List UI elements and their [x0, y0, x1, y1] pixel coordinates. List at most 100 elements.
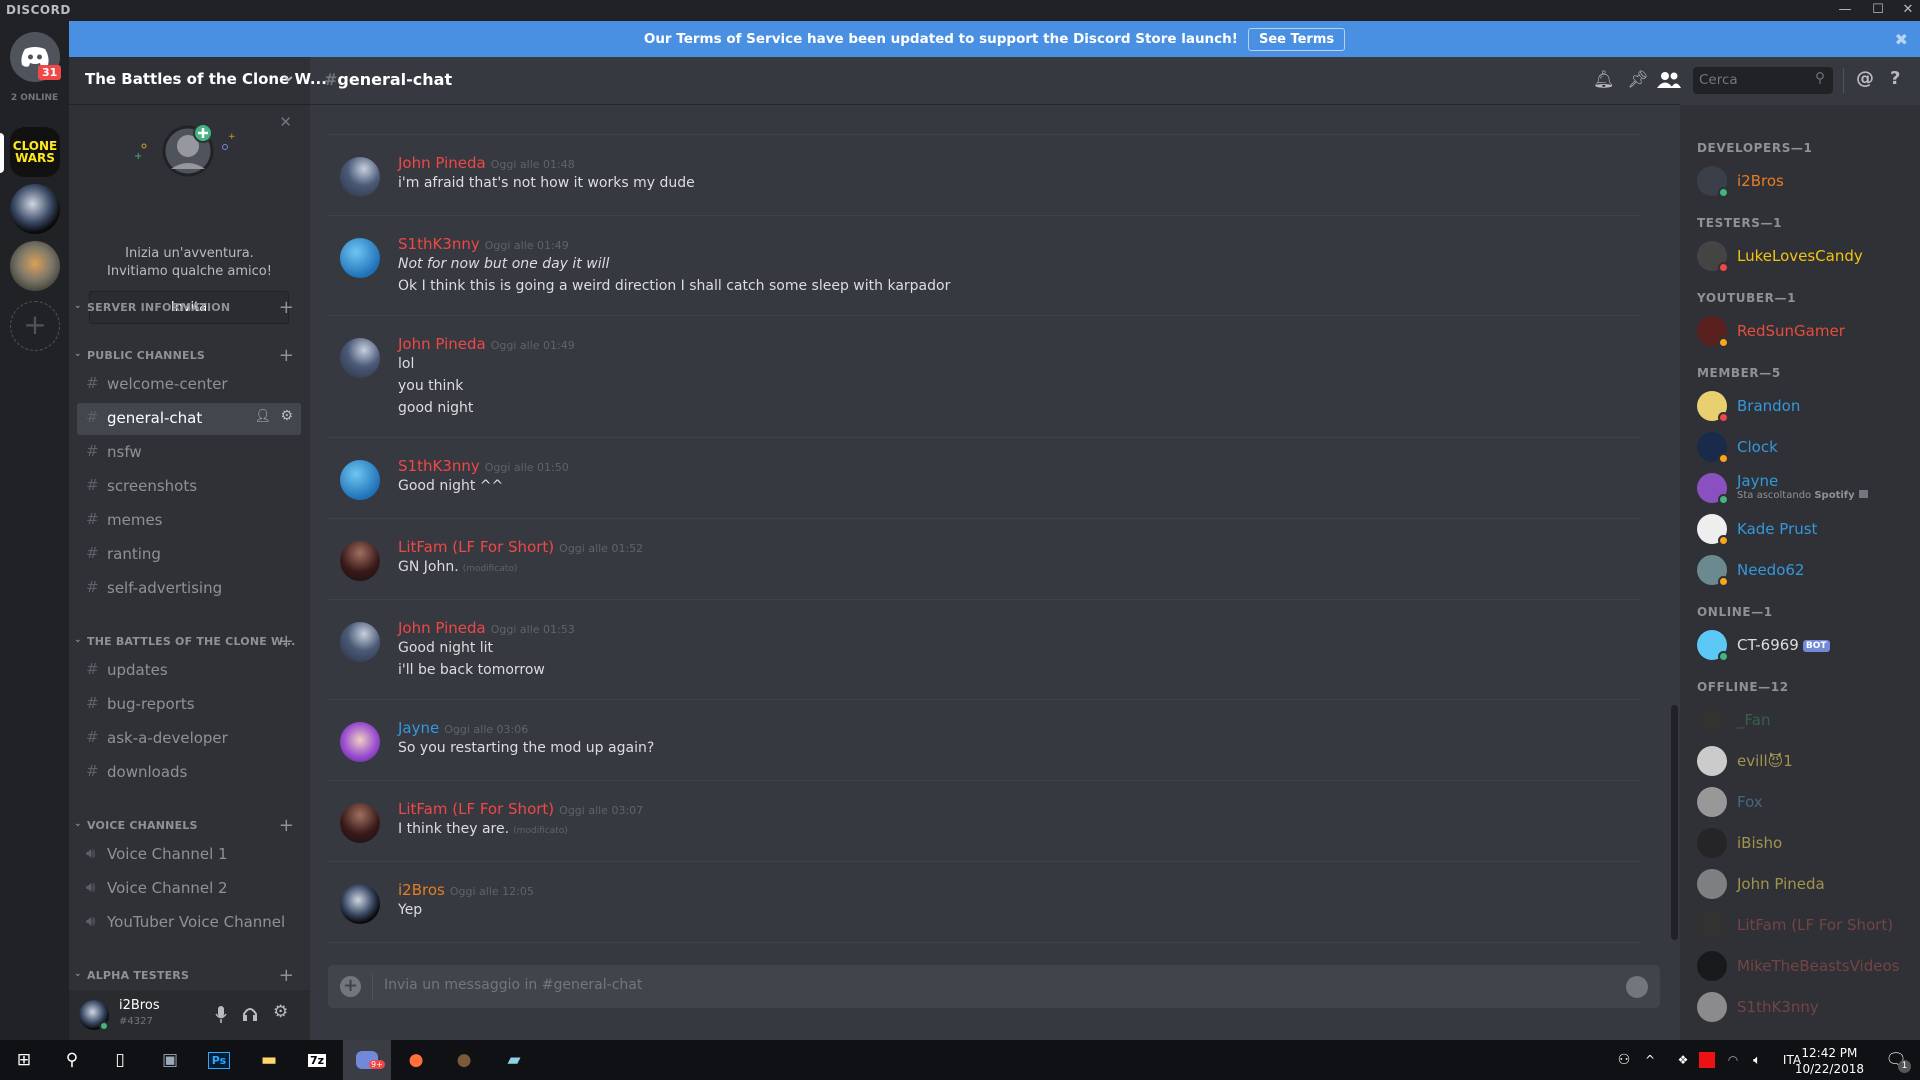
- avatar[interactable]: [340, 803, 380, 843]
- server-name-header[interactable]: The Battles of the Clone W... ⌄: [69, 57, 327, 105]
- member-item[interactable]: S1thK3nny: [1680, 987, 1920, 1028]
- member-item[interactable]: CT-6969 BOT: [1680, 625, 1920, 666]
- search-input[interactable]: Cerca ⚲: [1693, 67, 1833, 94]
- author-name[interactable]: John Pineda: [398, 619, 486, 637]
- add-channel-icon[interactable]: +: [279, 631, 294, 652]
- channel-nsfw[interactable]: # nsfw: [77, 437, 301, 469]
- invite-close-icon[interactable]: ✕: [279, 113, 292, 131]
- member-item[interactable]: RedSunGamer: [1680, 311, 1920, 352]
- member-item[interactable]: i2Bros: [1680, 161, 1920, 202]
- server-clone-trooper[interactable]: [10, 184, 60, 234]
- task-view-icon[interactable]: ▯: [96, 1040, 144, 1080]
- clock[interactable]: 12:42 PM 10/22/2018: [1795, 1045, 1864, 1077]
- member-item[interactable]: Clock: [1680, 427, 1920, 468]
- channel-screenshots[interactable]: # screenshots: [77, 471, 301, 503]
- member-item[interactable]: _Fan: [1680, 700, 1920, 741]
- avatar[interactable]: [340, 460, 380, 500]
- dropbox-icon[interactable]: ❖: [1668, 1040, 1698, 1080]
- add-server-button[interactable]: +: [10, 301, 60, 351]
- category-header[interactable]: ⌄ SERVER INFORMATION +: [69, 297, 310, 321]
- member-item[interactable]: Kade Prust: [1680, 509, 1920, 550]
- add-channel-icon[interactable]: +: [279, 297, 294, 318]
- channel-youtuber-voice-channel[interactable]: 🔊︎ YouTuber Voice Channel: [77, 907, 301, 939]
- channel-welcome-center[interactable]: # welcome-center: [77, 369, 301, 401]
- close-window-button[interactable]: ✕: [1893, 0, 1920, 21]
- author-name[interactable]: John Pineda: [398, 335, 486, 353]
- maximize-button[interactable]: ☐: [1863, 0, 1893, 21]
- add-channel-icon[interactable]: +: [279, 815, 294, 836]
- action-center-icon[interactable]: 🗨︎ 1: [1872, 1040, 1920, 1080]
- member-item[interactable]: Needo62: [1680, 550, 1920, 591]
- avira-icon[interactable]: [1699, 1052, 1715, 1068]
- category-header[interactable]: ⌄ VOICE CHANNELS +: [69, 815, 310, 839]
- pin-icon[interactable]: 📌︎: [1627, 70, 1649, 90]
- scrollbar[interactable]: [1671, 705, 1678, 940]
- microphone-icon[interactable]: [215, 1006, 227, 1024]
- channel-memes[interactable]: # memes: [77, 505, 301, 537]
- category-header[interactable]: ⌄ PUBLIC CHANNELS +: [69, 345, 310, 369]
- avatar[interactable]: [340, 157, 380, 197]
- add-channel-icon[interactable]: +: [279, 345, 294, 366]
- author-name[interactable]: LitFam (LF For Short): [398, 538, 554, 556]
- file-explorer-icon[interactable]: ▬: [245, 1040, 293, 1080]
- member-item[interactable]: LitFam (LF For Short): [1680, 905, 1920, 946]
- user-settings-gear-icon[interactable]: ⚙: [273, 1002, 288, 1022]
- chewbacca-app-icon[interactable]: ●: [440, 1040, 488, 1080]
- banner-close-icon[interactable]: ✖: [1895, 30, 1908, 49]
- add-channel-icon[interactable]: +: [279, 965, 294, 986]
- category-header[interactable]: ⌄ ALPHA TESTERS +: [69, 965, 310, 989]
- channel-bug-reports[interactable]: # bug-reports: [77, 689, 301, 721]
- channel-ask-a-developer[interactable]: # ask-a-developer: [77, 723, 301, 755]
- member-item[interactable]: iBisho: [1680, 823, 1920, 864]
- avatar[interactable]: [340, 884, 380, 924]
- show-hidden-icons-chevron[interactable]: ^: [1635, 1040, 1665, 1080]
- member-item[interactable]: LukeLovesCandy: [1680, 236, 1920, 277]
- 7zip-icon[interactable]: 7z: [293, 1040, 341, 1080]
- search-taskbar-icon[interactable]: ⚲: [48, 1040, 96, 1080]
- channel-self-advertising[interactable]: # self-advertising: [77, 573, 301, 605]
- start-windows-icon[interactable]: ⊞: [0, 1040, 48, 1080]
- volume-icon[interactable]: 🔈︎: [1742, 1040, 1772, 1080]
- invite-member-icon[interactable]: 👤︎: [254, 409, 271, 424]
- bell-icon[interactable]: 🔔︎: [1593, 70, 1615, 90]
- avatar[interactable]: [340, 338, 380, 378]
- message-input[interactable]: + Invia un messaggio in #general-chat: [328, 965, 1660, 1008]
- member-item[interactable]: Fox: [1680, 782, 1920, 823]
- emoji-picker-icon[interactable]: [1626, 976, 1648, 998]
- channel-settings-gear-icon[interactable]: ⚙: [280, 408, 293, 424]
- channel-voice-channel-2[interactable]: 🔊︎ Voice Channel 2: [77, 873, 301, 905]
- channel-downloads[interactable]: # downloads: [77, 757, 301, 789]
- channel-ranting[interactable]: # ranting: [77, 539, 301, 571]
- channel-general-chat[interactable]: # general-chat 👤︎ ⚙: [77, 403, 301, 435]
- member-list-icon[interactable]: [1657, 71, 1681, 89]
- author-name[interactable]: John Pineda: [398, 154, 486, 172]
- author-name[interactable]: S1thK3nny: [398, 235, 480, 253]
- member-item[interactable]: MikeTheBeastsVideos: [1680, 946, 1920, 987]
- rich-presence-icon[interactable]: [1858, 490, 1868, 498]
- upload-plus-icon[interactable]: +: [340, 976, 361, 997]
- avatar[interactable]: [340, 622, 380, 662]
- minimize-button[interactable]: —: [1830, 0, 1860, 21]
- author-name[interactable]: Jayne: [398, 719, 439, 737]
- avatar[interactable]: [340, 722, 380, 762]
- see-terms-button[interactable]: See Terms: [1247, 27, 1346, 51]
- avatar[interactable]: [340, 238, 380, 278]
- member-item[interactable]: Jayne Sta ascoltando Spotify: [1680, 468, 1920, 509]
- headphones-icon[interactable]: [242, 1006, 258, 1022]
- author-name[interactable]: i2Bros: [398, 881, 445, 899]
- server-landscape[interactable]: [10, 241, 60, 291]
- channel-voice-channel-1[interactable]: 🔊︎ Voice Channel 1: [77, 839, 301, 871]
- author-name[interactable]: S1thK3nny: [398, 457, 480, 475]
- notepad-icon[interactable]: ▰: [490, 1040, 538, 1080]
- discord-taskbar-icon[interactable]: 9+: [343, 1040, 391, 1080]
- author-name[interactable]: LitFam (LF For Short): [398, 800, 554, 818]
- category-header[interactable]: ⌄ THE BATTLES OF THE CLONE W... +: [69, 631, 310, 655]
- member-item[interactable]: Brandon: [1680, 386, 1920, 427]
- help-icon[interactable]: ?: [1890, 68, 1900, 89]
- firefox-icon[interactable]: ●: [392, 1040, 440, 1080]
- avatar[interactable]: [340, 541, 380, 581]
- photoshop-icon[interactable]: Ps: [195, 1040, 243, 1080]
- resource-monitor-icon[interactable]: ▣: [146, 1040, 194, 1080]
- server-clone-wars[interactable]: CLONE WARS: [10, 127, 60, 177]
- member-item[interactable]: evill😈1: [1680, 741, 1920, 782]
